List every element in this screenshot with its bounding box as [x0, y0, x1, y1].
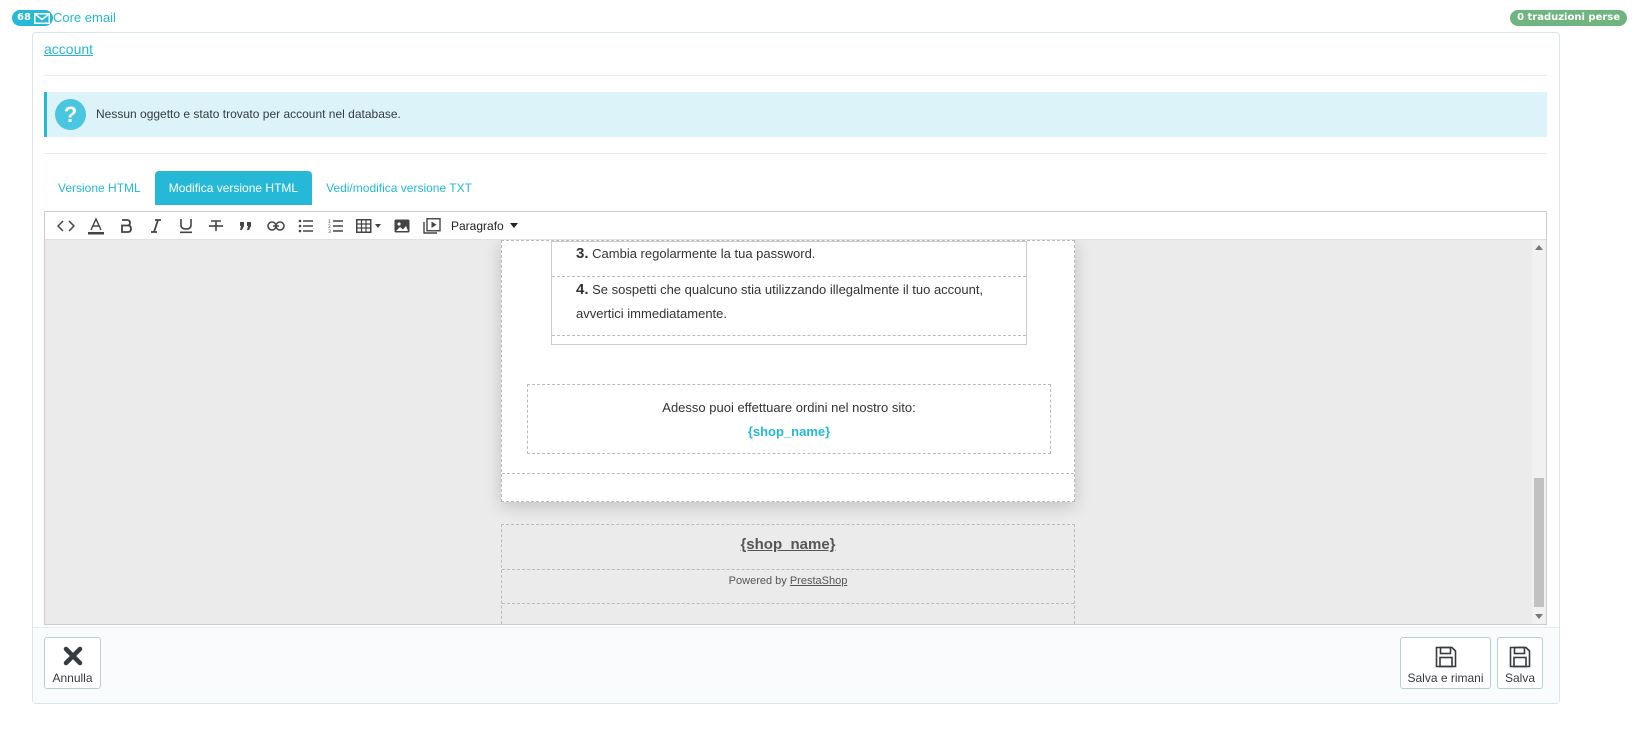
save-and-stay-label: Salva e rimani — [1407, 671, 1484, 685]
email-panel: account ? Nessun oggetto e stato trovato… — [32, 32, 1560, 704]
email-count-badge: 68 — [12, 10, 53, 26]
editor-tabs: Versione HTML Modifica versione HTML Ved… — [44, 171, 486, 205]
editor-content[interactable]: 3. Cambia regolarmente la tua password. … — [45, 240, 1532, 624]
close-icon — [63, 646, 82, 666]
save-icon — [1435, 646, 1456, 668]
link-icon[interactable] — [261, 212, 291, 240]
step-text: Cambia regolarmente la tua password. — [592, 246, 816, 261]
editor-toolbar: 123 Paragrafo — [45, 212, 1546, 240]
editor-scrollbar[interactable] — [1532, 240, 1546, 624]
list-item: 3. Cambia regolarmente la tua password. — [552, 242, 1026, 277]
italic-icon[interactable] — [141, 212, 171, 240]
prestashop-link[interactable]: PrestaShop — [790, 575, 847, 587]
shop-name-link[interactable]: {shop_name} — [528, 424, 1050, 439]
step-number: 3. — [576, 245, 589, 262]
divider — [44, 75, 1547, 76]
media-icon[interactable] — [417, 212, 447, 240]
tab-txt-version[interactable]: Vedi/modifica versione TXT — [312, 171, 486, 205]
bullet-list-icon[interactable] — [291, 212, 321, 240]
text-color-icon[interactable] — [81, 212, 111, 240]
alert-message: Nessun oggetto e stato trovato per accou… — [96, 107, 401, 121]
tab-edit-html-version[interactable]: Modifica versione HTML — [154, 171, 313, 205]
question-icon: ? — [55, 99, 86, 130]
svg-text:3: 3 — [328, 229, 331, 233]
section-header: 68 Core email 0 traduzioni perse — [12, 9, 1636, 27]
cancel-label: Annulla — [52, 671, 93, 685]
list-item: 4. Se sospetti che qualcuno stia utilizz… — [552, 277, 1026, 336]
divider — [502, 603, 1074, 604]
footer-shop-name[interactable]: {shop_name} — [502, 536, 1074, 553]
info-alert: ? Nessun oggetto e stato trovato per acc… — [44, 92, 1547, 137]
email-name-link[interactable]: account — [44, 41, 93, 57]
table-icon[interactable] — [351, 212, 387, 240]
save-icon — [1509, 646, 1531, 668]
divider — [502, 473, 1074, 475]
cancel-button[interactable]: Annulla — [44, 637, 101, 689]
steps-table: 3. Cambia regolarmente la tua password. … — [551, 241, 1027, 345]
format-label: Paragrafo — [451, 218, 504, 233]
lost-translations-badge: 0 traduzioni perse — [1510, 10, 1627, 26]
email-count: 68 — [17, 12, 31, 23]
shop-box: Adesso puoi effettuare ordini nel nostro… — [527, 384, 1051, 454]
save-and-stay-button[interactable]: Salva e rimani — [1400, 637, 1491, 689]
panel-footer: Annulla Salva e rimani Salva — [33, 627, 1559, 703]
underline-icon[interactable] — [171, 212, 201, 240]
envelope-icon — [33, 12, 50, 24]
email-footer: {shop_name} Powered by PrestaShop — [501, 524, 1075, 624]
blockquote-icon[interactable] — [231, 212, 261, 240]
bold-icon[interactable] — [111, 212, 141, 240]
html-editor[interactable]: 123 Paragrafo 3. Cambia regolarmente la … — [44, 211, 1547, 625]
tab-html-version[interactable]: Versione HTML — [44, 171, 155, 205]
numbered-list-icon[interactable]: 123 — [321, 212, 351, 240]
save-label: Salva — [1504, 671, 1536, 685]
code-icon[interactable] — [51, 212, 81, 240]
format-dropdown[interactable]: Paragrafo — [451, 219, 518, 233]
image-icon[interactable] — [387, 212, 417, 240]
step-number: 4. — [576, 281, 589, 298]
chevron-down-icon — [509, 223, 518, 228]
powered-by-text: Powered by — [728, 575, 787, 587]
section-title: Core email — [53, 10, 116, 25]
order-text: Adesso puoi effettuare ordini nel nostro… — [662, 400, 916, 415]
save-button[interactable]: Salva — [1497, 637, 1543, 689]
scroll-down-icon[interactable] — [1535, 614, 1543, 619]
step-text: Se sospetti che qualcuno stia utilizzand… — [576, 282, 984, 321]
divider — [44, 153, 1547, 154]
scrollbar-thumb[interactable] — [1534, 478, 1544, 607]
scroll-up-icon[interactable] — [1535, 245, 1543, 250]
powered-by: Powered by PrestaShop — [502, 575, 1074, 587]
divider — [502, 569, 1074, 570]
email-preview: 3. Cambia regolarmente la tua password. … — [501, 240, 1075, 624]
strikethrough-icon[interactable] — [201, 212, 231, 240]
email-body: 3. Cambia regolarmente la tua password. … — [501, 240, 1075, 502]
